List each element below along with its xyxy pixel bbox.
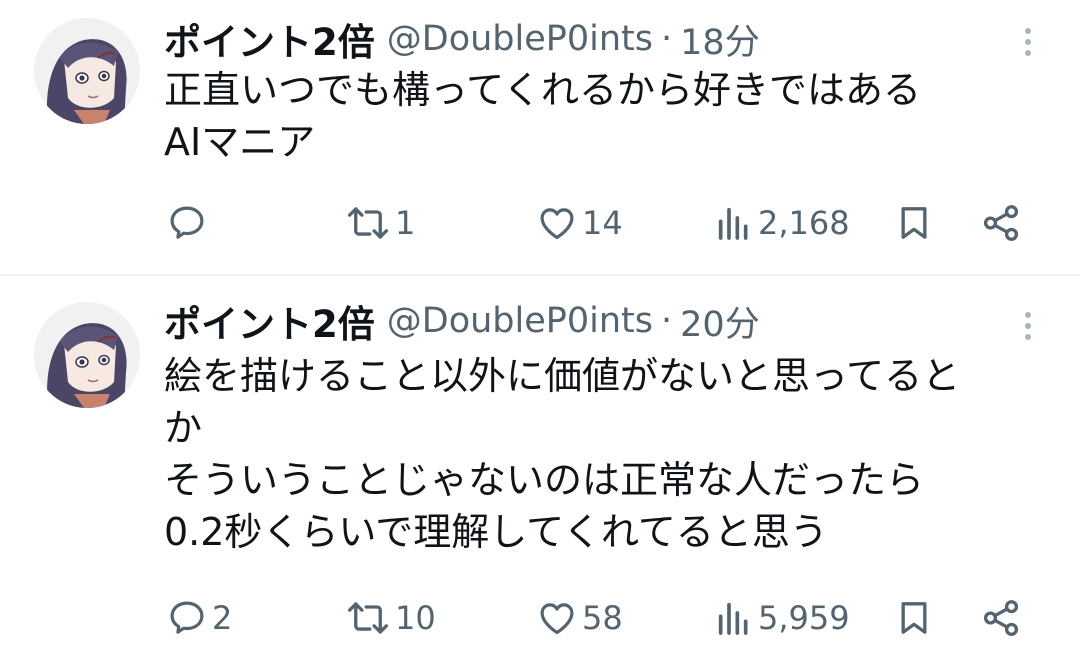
tweet-text-line: 絵を描けること以外に価値がないと思ってると: [164, 354, 961, 398]
tweet-timestamp[interactable]: 20分: [680, 296, 760, 347]
tweet-text-line: 0.2秒くらいで理解してくれてると思う: [164, 510, 828, 554]
reply-button[interactable]: 2: [166, 593, 232, 643]
author-name[interactable]: ポイント2倍: [164, 12, 375, 66]
bookmark-button[interactable]: [894, 593, 934, 643]
avatar-illustration: [34, 18, 140, 124]
like-button[interactable]: 14: [536, 198, 623, 248]
view-count: 5,959: [758, 599, 850, 637]
like-count: 58: [582, 599, 623, 637]
retweet-button[interactable]: 1: [345, 198, 415, 248]
view-count: 2,168: [758, 204, 850, 242]
tweet[interactable]: ポイント2倍 @DoubleP0ints · 18分 正直いつでも構ってくれるか…: [0, 0, 1080, 276]
bookmark-icon: [901, 602, 927, 634]
repost-arrows-icon: [347, 207, 389, 239]
timeline-feed: ポイント2倍 @DoubleP0ints · 18分 正直いつでも構ってくれるか…: [0, 0, 1080, 646]
repost-arrows-icon: [347, 602, 389, 634]
speech-bubble-icon: [170, 601, 204, 634]
like-button[interactable]: 58: [536, 593, 623, 643]
like-count: 14: [582, 204, 623, 242]
retweet-count: 10: [395, 599, 436, 637]
author-handle[interactable]: @DoubleP0ints: [387, 19, 653, 59]
tweet-header: ポイント2倍 @DoubleP0ints · 18分: [164, 14, 760, 64]
share-button[interactable]: [980, 198, 1022, 248]
tweet-header: ポイント2倍 @DoubleP0ints · 20分: [164, 296, 760, 346]
bookmark-button[interactable]: [894, 198, 934, 248]
reply-button[interactable]: [166, 198, 212, 248]
tweet-text: 絵を描けること以外に価値がないと思ってると か そういうことじゃないのは正常な人…: [164, 350, 1064, 558]
bar-chart-icon: [718, 602, 748, 635]
tweet-text: 正直いつでも構ってくれるから好きではある AIマニア: [164, 64, 1064, 168]
heart-outline-icon: [540, 208, 574, 240]
heart-outline-icon: [540, 603, 574, 635]
tweet-actions: 1 14 2,168: [0, 198, 1080, 248]
author-name[interactable]: ポイント2倍: [164, 294, 375, 348]
share-nodes-icon: [983, 205, 1019, 241]
author-handle[interactable]: @DoubleP0ints: [387, 301, 653, 341]
bar-chart-icon: [718, 207, 748, 240]
speech-bubble-icon: [170, 206, 204, 239]
views-button[interactable]: 2,168: [714, 198, 850, 248]
reply-count: 2: [212, 599, 233, 637]
tweet-text-line: AIマニア: [164, 120, 316, 164]
avatar-illustration: [34, 302, 140, 408]
avatar[interactable]: [34, 18, 140, 124]
separator-dot: ·: [661, 301, 673, 341]
retweet-button[interactable]: 10: [345, 593, 436, 643]
bookmark-icon: [901, 207, 927, 239]
tweet-text-line: か: [164, 406, 203, 450]
more-options-icon[interactable]: [1020, 304, 1036, 348]
avatar[interactable]: [34, 302, 140, 408]
share-nodes-icon: [983, 600, 1019, 636]
separator-dot: ·: [661, 19, 673, 59]
retweet-count: 1: [395, 204, 416, 242]
share-button[interactable]: [980, 593, 1022, 643]
tweet-actions: 2 10 58 5,959: [0, 593, 1080, 643]
tweet[interactable]: ポイント2倍 @DoubleP0ints · 20分 絵を描けること以外に価値が…: [0, 276, 1080, 646]
tweet-text-line: そういうことじゃないのは正常な人だったら: [164, 458, 925, 502]
more-options-icon[interactable]: [1020, 20, 1036, 64]
views-button[interactable]: 5,959: [714, 593, 850, 643]
tweet-timestamp[interactable]: 18分: [680, 14, 760, 65]
tweet-text-line: 正直いつでも構ってくれるから好きではある: [164, 68, 921, 112]
